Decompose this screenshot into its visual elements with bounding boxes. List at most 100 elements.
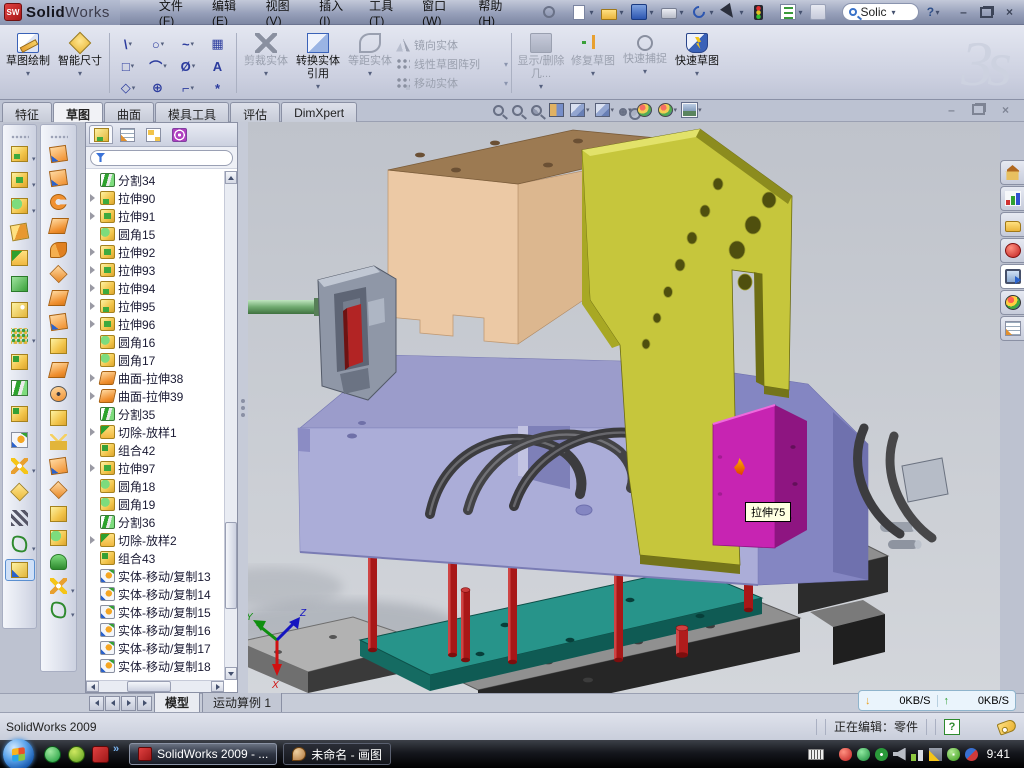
quick-snaps-button[interactable]: 快速捕捉▾ — [619, 29, 671, 97]
swept-boss-button[interactable] — [5, 221, 35, 243]
nozzle-clamp-gray[interactable] — [318, 266, 396, 400]
solidworks-quicklaunch-icon[interactable] — [92, 746, 109, 763]
tree-item[interactable]: 圆角17 — [88, 351, 224, 369]
zoom-fit-button[interactable] — [492, 104, 506, 117]
offset-entities-button[interactable]: 等距实体▾ — [344, 29, 396, 97]
scrollbar-thumb[interactable] — [225, 522, 237, 609]
first-tab-button[interactable] — [89, 696, 104, 711]
tree-item[interactable]: 切除-放样2 — [88, 531, 224, 549]
tree-item[interactable]: 实体-移动/复制13 — [88, 567, 224, 585]
view-orientation-button[interactable] — [570, 103, 590, 117]
shield-plus-tray-icon[interactable] — [947, 748, 960, 761]
expand-arrow-icon[interactable] — [88, 464, 97, 472]
rapid-sketch-button[interactable]: 快速草图▾ — [671, 29, 723, 97]
linear-pattern-button[interactable] — [5, 325, 35, 347]
scale-button[interactable] — [5, 559, 35, 581]
tree-item[interactable]: 实体-移动/复制18 — [88, 657, 224, 675]
tree-item[interactable]: 拉伸94 — [88, 279, 224, 297]
custom-properties-button[interactable] — [1000, 316, 1024, 341]
scroll-down-button[interactable] — [225, 667, 237, 680]
thicken-button[interactable] — [44, 311, 74, 333]
prev-tab-button[interactable] — [105, 696, 120, 711]
doc-minimize-button[interactable]: – — [943, 102, 960, 117]
shell-button[interactable] — [5, 273, 35, 295]
start-button[interactable] — [3, 739, 34, 768]
app-close-button[interactable]: × — [1001, 5, 1018, 20]
draft-analysis-button[interactable] — [44, 455, 74, 477]
tree-item[interactable]: 拉伸93 — [88, 261, 224, 279]
expand-arrow-icon[interactable] — [88, 284, 97, 292]
expand-arrow-icon[interactable] — [88, 302, 97, 310]
replace-face-button[interactable] — [44, 407, 74, 429]
ellipse-tool[interactable]: Ø — [173, 55, 203, 77]
tab-motion-study[interactable]: 运动算例 1 — [202, 693, 282, 713]
app-restore-button[interactable] — [978, 5, 995, 20]
arc-tool[interactable]: ⌒ — [143, 55, 173, 77]
tree-item[interactable]: 实体-移动/复制16 — [88, 621, 224, 639]
propertymanager-tab[interactable] — [115, 125, 139, 144]
convert-entities-button[interactable]: 转换实体引用▾ — [292, 29, 344, 97]
point-tool[interactable]: * — [203, 77, 233, 99]
tree-item[interactable]: 圆角16 — [88, 333, 224, 351]
undo-button[interactable] — [689, 2, 717, 23]
dome-button[interactable] — [44, 551, 74, 573]
tree-item[interactable]: 组合43 — [88, 549, 224, 567]
combine-bodies-button[interactable] — [5, 403, 35, 425]
tree-item[interactable]: 分割34 — [88, 171, 224, 189]
tree-item[interactable]: 圆角15 — [88, 225, 224, 243]
featuremanager-tab[interactable] — [89, 125, 113, 144]
doc-close-button[interactable]: × — [997, 102, 1014, 117]
last-tab-button[interactable] — [137, 696, 152, 711]
tree-item[interactable]: 拉伸90 — [88, 189, 224, 207]
scroll-left-button[interactable] — [86, 681, 99, 692]
tree-vertical-scrollbar[interactable] — [224, 171, 237, 680]
network-tray-icon[interactable] — [911, 748, 924, 761]
search-box[interactable]: Solic — [842, 3, 918, 21]
delete-face-button[interactable] — [44, 383, 74, 405]
sync-tray-icon[interactable] — [965, 748, 978, 761]
file-explorer-button[interactable] — [1000, 212, 1024, 237]
slot-tool[interactable]: ◇ — [113, 77, 143, 99]
doc-restore-button[interactable] — [970, 102, 987, 117]
extended-surface-button[interactable] — [44, 215, 74, 237]
tree-item[interactable]: 拉伸96 — [88, 315, 224, 333]
sketch-picture-tool[interactable]: ▦ — [203, 33, 233, 55]
expand-arrow-icon[interactable] — [88, 248, 97, 256]
circle-tool[interactable]: ○ — [143, 33, 173, 55]
fillet-button[interactable] — [5, 195, 35, 217]
magnified-selection-button[interactable] — [530, 104, 544, 117]
tree-item[interactable]: 圆角19 — [88, 495, 224, 513]
select-button[interactable] — [719, 2, 747, 23]
status-help-button[interactable]: ? — [944, 719, 960, 735]
reference-axis-button[interactable] — [5, 507, 35, 529]
radiate-surface-button[interactable] — [44, 359, 74, 381]
search-dropdown-icon[interactable] — [889, 8, 897, 17]
tree-item[interactable]: 拉伸92 — [88, 243, 224, 261]
split-button[interactable] — [5, 377, 35, 399]
tab-model[interactable]: 模型 — [154, 693, 200, 713]
ruled-surface-button[interactable] — [44, 167, 74, 189]
scroll-up-button[interactable] — [225, 171, 237, 184]
reference-plane-button[interactable] — [5, 481, 35, 503]
base-block-right[interactable] — [810, 600, 885, 665]
tree-horizontal-scrollbar[interactable] — [86, 680, 224, 692]
network-speed-widget[interactable]: ↓0KB/S ↑0KB/S — [858, 690, 1016, 711]
repair-sketch-button[interactable]: 修复草图▾ — [567, 29, 619, 97]
appearance-button[interactable] — [658, 103, 678, 117]
sketch-text-tool[interactable]: A — [203, 55, 233, 77]
polygon-tool[interactable]: ⊕ — [143, 77, 173, 99]
helix-button[interactable] — [44, 599, 74, 621]
pin-icon[interactable] — [539, 2, 567, 23]
reference-point-button[interactable] — [5, 455, 35, 477]
tree-item[interactable]: 拉伸97 — [88, 459, 224, 477]
shut-off-surface-button[interactable] — [44, 503, 74, 525]
offset-surface-button[interactable] — [44, 335, 74, 357]
sketch-fillet-tool[interactable]: ⌐ — [173, 77, 203, 99]
realview-button[interactable] — [637, 103, 653, 117]
app-minimize-button[interactable]: – — [955, 5, 972, 20]
appearances-scenes-button[interactable] — [1000, 290, 1024, 315]
quick-launch-chevron[interactable]: » — [113, 743, 119, 755]
font-scale-button[interactable] — [808, 2, 836, 23]
tree-item[interactable]: 分割35 — [88, 405, 224, 423]
planar-surface-button[interactable] — [44, 263, 74, 285]
